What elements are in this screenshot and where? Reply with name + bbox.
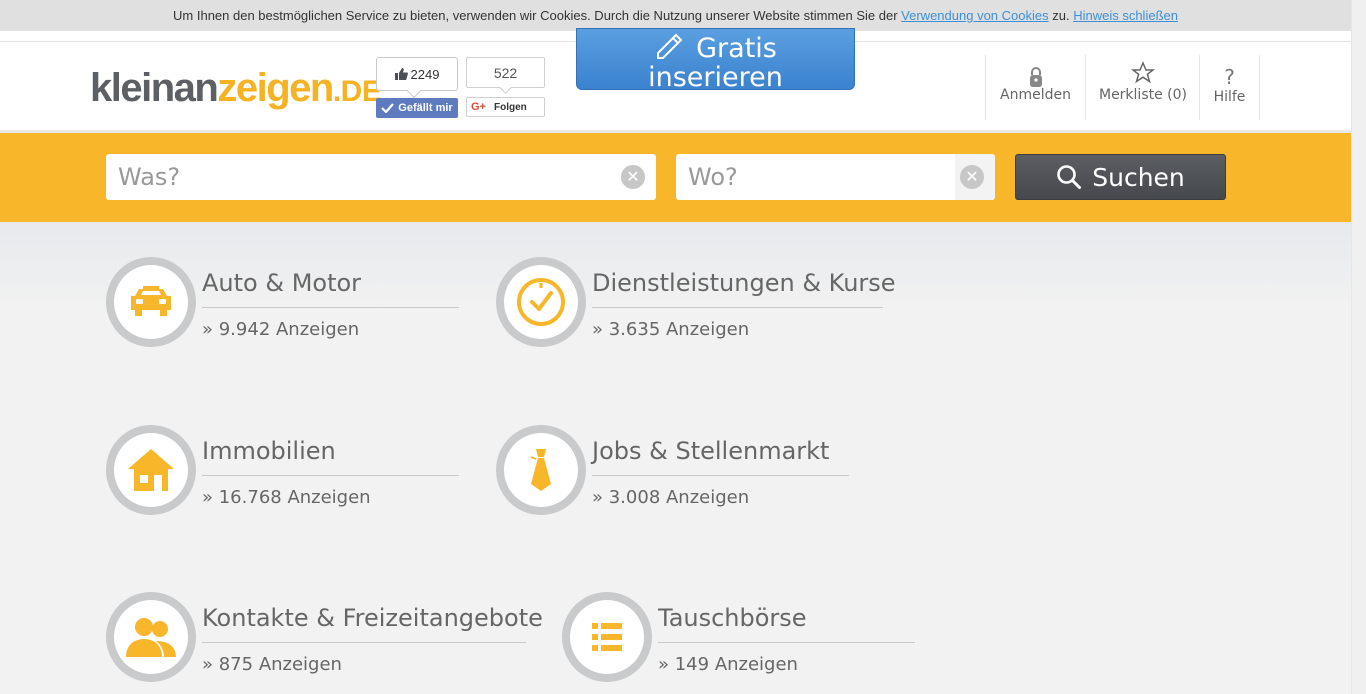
search-button[interactable]: Suchen xyxy=(1015,154,1226,200)
pencil-icon xyxy=(657,33,683,59)
facebook-like-button[interactable]: Gefällt mir xyxy=(376,98,458,118)
category-count: » 9.942 Anzeigen xyxy=(202,319,360,340)
category-icon-circle xyxy=(106,257,196,347)
star-icon xyxy=(1086,61,1200,87)
site-logo[interactable]: kleinanzeigen.DE xyxy=(90,66,382,114)
people-icon xyxy=(126,618,176,657)
category-count: » 3.008 Anzeigen xyxy=(592,487,750,508)
nav-merkliste[interactable]: Merkliste (0) xyxy=(1085,55,1200,120)
cookie-text-middle: zu. xyxy=(1052,8,1070,23)
google-plus-follow-button[interactable]: G+ Folgen xyxy=(466,97,545,117)
house-icon xyxy=(128,449,174,491)
category-icon-circle xyxy=(106,592,196,682)
category-count: » 3.635 Anzeigen xyxy=(592,319,750,340)
post-ad-label-line2: inserieren xyxy=(648,62,783,93)
search-button-label: Suchen xyxy=(1092,162,1185,192)
category-title[interactable]: Dienstleistungen & Kurse xyxy=(592,269,896,308)
search-icon xyxy=(1057,165,1082,189)
check-icon xyxy=(381,103,395,113)
category-icon-circle xyxy=(496,257,586,347)
post-ad-label-line1: Gratis xyxy=(696,33,777,64)
cookie-policy-link[interactable]: Verwendung von Cookies xyxy=(901,8,1048,23)
nav-login[interactable]: Anmelden xyxy=(985,55,1085,120)
search-what-placeholder: Was? xyxy=(118,163,181,191)
clear-where-icon[interactable]: ✕ xyxy=(960,165,984,189)
search-where-placeholder: Wo? xyxy=(688,163,738,191)
clear-what-icon[interactable]: ✕ xyxy=(621,165,645,189)
lock-icon xyxy=(986,61,1085,87)
facebook-like-count: 2249 xyxy=(376,57,458,91)
google-plus-icon: G+ xyxy=(471,101,486,113)
logo-text-part3: .DE xyxy=(332,75,382,108)
cookie-text: Um Ihnen den bestmöglichen Service zu bi… xyxy=(173,8,898,23)
category-icon-circle xyxy=(562,592,652,682)
category-title[interactable]: Jobs & Stellenmarkt xyxy=(592,437,849,476)
category-count: » 875 Anzeigen xyxy=(202,654,342,675)
logo-text-part2: zeigen xyxy=(217,66,334,110)
scrollbar[interactable] xyxy=(1351,0,1366,694)
question-mark-icon: ? xyxy=(1224,65,1235,89)
clock-check-icon xyxy=(517,278,565,326)
gp-follow-label: Folgen xyxy=(493,101,527,113)
post-ad-button[interactable]: Gratis inserieren xyxy=(576,28,855,93)
nav-help[interactable]: ? Hilfe xyxy=(1199,55,1260,120)
gp-count-value: 522 xyxy=(493,64,518,81)
nav-help-label: Hilfe xyxy=(1213,89,1246,105)
search-where-input[interactable]: Wo? ✕ xyxy=(676,154,995,200)
fb-like-label: Gefällt mir xyxy=(398,102,453,114)
tie-icon xyxy=(530,449,551,491)
category-title[interactable]: Tauschbörse xyxy=(658,604,915,643)
logo-text-part1: kleinan xyxy=(90,66,219,110)
car-icon xyxy=(131,286,171,316)
google-plus-count: 522 xyxy=(466,57,545,88)
category-icon-circle xyxy=(496,425,586,515)
nav-login-label: Anmelden xyxy=(1000,87,1071,103)
fb-count-value: 2249 xyxy=(410,66,440,82)
nav-merkliste-label: Merkliste (0) xyxy=(1098,87,1187,103)
search-what-input[interactable]: Was? ✕ xyxy=(106,154,656,200)
thumbs-up-icon xyxy=(394,68,408,80)
category-icon-circle xyxy=(106,425,196,515)
category-count: » 149 Anzeigen xyxy=(658,654,798,675)
category-title[interactable]: Immobilien xyxy=(202,437,459,476)
close-cookie-notice-link[interactable]: Hinweis schließen xyxy=(1073,8,1178,23)
category-count: » 16.768 Anzeigen xyxy=(202,487,371,508)
list-icon xyxy=(592,623,622,651)
category-title[interactable]: Auto & Motor xyxy=(202,269,459,308)
category-title[interactable]: Kontakte & Freizeitangebote xyxy=(202,604,543,643)
cookie-notice: Um Ihnen den bestmöglichen Service zu bi… xyxy=(0,0,1351,31)
